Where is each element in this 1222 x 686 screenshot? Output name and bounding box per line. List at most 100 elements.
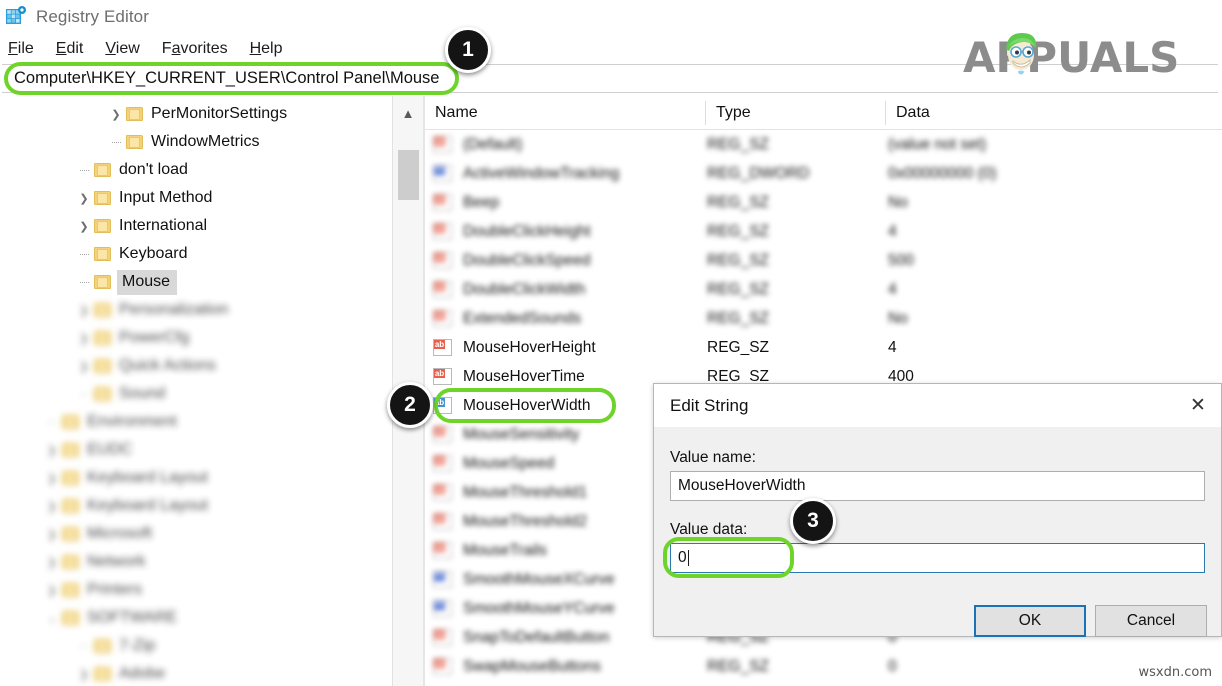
chevron-right-icon[interactable]: ❯ [44, 470, 60, 486]
tree-item[interactable]: ❯ Input Method [0, 184, 392, 212]
tree-item-label: Input Method [119, 189, 213, 206]
string-value-icon [433, 513, 452, 530]
value-data-cell: 4 [888, 338, 897, 356]
tree-item[interactable]: ❯ Microsoft [0, 520, 392, 548]
column-header-data[interactable]: Data [886, 96, 1222, 129]
menu-help[interactable]: Help [250, 40, 283, 58]
tree-item-label: Mouse [117, 269, 178, 295]
menu-file[interactable]: File [8, 40, 34, 58]
chevron-right-icon[interactable]: ❯ [76, 666, 92, 682]
chevron-right-icon[interactable]: ❯ [76, 218, 92, 234]
string-value-icon [433, 542, 452, 559]
dialog-body: Value name: MouseHoverWidth Value data: … [654, 427, 1221, 637]
value-name-cell: MouseSensitivity [463, 425, 580, 443]
string-value-icon [433, 136, 452, 153]
scroll-up-icon[interactable]: ▲ [393, 96, 423, 130]
value-row[interactable]: SwapMouseButtons REG_SZ 0 [425, 652, 1222, 681]
chevron-right-icon[interactable]: ❯ [108, 106, 124, 122]
tree-item[interactable]: don't load [0, 156, 392, 184]
menu-edit[interactable]: Edit [56, 40, 84, 58]
tree-item[interactable]: ❯ EUDC [0, 436, 392, 464]
chevron-right-icon[interactable]: ❯ [76, 330, 92, 346]
value-type-cell: REG_SZ [707, 193, 770, 211]
value-row[interactable]: DoubleClickSpeed REG_SZ 500 [425, 246, 1222, 275]
tree-item[interactable]: 7-Zip [0, 632, 392, 660]
chevron-right-icon[interactable]: ❯ [44, 554, 60, 570]
value-type-cell: REG_SZ [707, 251, 770, 269]
value-data-cell: No [888, 193, 908, 211]
string-value-icon [433, 368, 452, 385]
chevron-right-icon[interactable]: ❯ [44, 442, 60, 458]
folder-icon [94, 247, 111, 261]
dword-value-icon [433, 600, 452, 617]
tree-item[interactable]: ❯ Printers [0, 576, 392, 604]
tree-item[interactable]: Environment [0, 408, 392, 436]
tree-item[interactable]: ❯ Quick Actions [0, 352, 392, 380]
value-name-cell: DoubleClickSpeed [463, 251, 591, 269]
tree-item[interactable]: ❯ Network [0, 548, 392, 576]
value-row[interactable]: MouseHoverHeight REG_SZ 4 [425, 333, 1222, 362]
list-header: Name Type Data [425, 96, 1222, 130]
chevron-down-icon[interactable]: ⌄ [44, 610, 60, 626]
string-value-icon [433, 426, 452, 443]
value-row[interactable]: ActiveWindowTracking REG_DWORD 0x00000000 … [425, 159, 1222, 188]
value-data-cell: (value not set) [888, 135, 987, 153]
tree-item[interactable]: ❯ Adobe [0, 660, 392, 686]
folder-icon [62, 527, 79, 541]
string-value-icon [433, 629, 452, 646]
tree-item[interactable]: ❯ Personalization [0, 296, 392, 324]
tree-connector [76, 246, 92, 262]
string-value-icon [433, 339, 452, 356]
tree-item[interactable]: ❯ Keyboard Layout [0, 492, 392, 520]
value-row[interactable]: Beep REG_SZ No [425, 188, 1222, 217]
tree-item[interactable]: ⌄ SOFTWARE [0, 604, 392, 632]
dword-value-icon [433, 571, 452, 588]
value-row[interactable]: (Default) REG_SZ (value not set) [425, 130, 1222, 159]
tree-item[interactable]: Keyboard [0, 240, 392, 268]
tree-item-label: Printers [87, 581, 143, 598]
chevron-right-icon[interactable]: ❯ [44, 526, 60, 542]
menu-view[interactable]: View [105, 40, 139, 58]
folder-icon [94, 191, 111, 205]
column-header-name[interactable]: Name [425, 96, 705, 129]
registry-tree-pane[interactable]: ❯ PerMonitorSettings WindowMetrics don't lo… [0, 96, 392, 686]
chevron-right-icon[interactable]: ❯ [44, 498, 60, 514]
string-value-icon [433, 194, 452, 211]
cancel-button[interactable]: Cancel [1095, 605, 1207, 637]
tree-item[interactable]: Sound [0, 380, 392, 408]
value-type-cell: REG_SZ [707, 657, 770, 675]
value-name-input[interactable]: MouseHoverWidth [670, 471, 1205, 501]
step-badge-3: 3 [790, 498, 836, 544]
tree-item[interactable]: ❯ Keyboard Layout [0, 464, 392, 492]
tree-item[interactable]: ❯ PowerCfg [0, 324, 392, 352]
folder-icon [94, 331, 111, 345]
tree-item[interactable]: Mouse [0, 268, 392, 296]
dialog-title: Edit String [670, 395, 749, 415]
chevron-right-icon[interactable]: ❯ [76, 190, 92, 206]
appuals-logo-text: APPUALS [963, 33, 1180, 82]
scrollbar-thumb[interactable] [398, 150, 419, 200]
string-value-icon [433, 252, 452, 269]
menu-favorites[interactable]: Favorites [162, 40, 228, 58]
value-row[interactable]: ExtendedSounds REG_SZ No [425, 304, 1222, 333]
tree-connector [44, 414, 60, 430]
tree-item-label: EUDC [87, 441, 133, 458]
value-name-cell: MouseThreshold1 [463, 483, 588, 501]
chevron-right-icon[interactable]: ❯ [76, 358, 92, 374]
value-data-input[interactable]: 0 [670, 543, 1205, 573]
tree-item[interactable]: ❯ International [0, 212, 392, 240]
ok-button[interactable]: OK [974, 605, 1086, 637]
chevron-right-icon[interactable]: ❯ [76, 302, 92, 318]
close-icon[interactable]: ✕ [1175, 384, 1221, 427]
string-value-icon [433, 310, 452, 327]
column-header-type[interactable]: Type [706, 96, 886, 129]
value-name-cell: ExtendedSounds [463, 309, 582, 327]
value-type-cell: REG_SZ [707, 309, 770, 327]
tree-item[interactable]: ❯ PerMonitorSettings [0, 100, 392, 128]
tree-item-label: Network [87, 553, 146, 570]
tree-item-label: PowerCfg [119, 329, 190, 346]
tree-item[interactable]: WindowMetrics [0, 128, 392, 156]
value-row[interactable]: DoubleClickWidth REG_SZ 4 [425, 275, 1222, 304]
value-row[interactable]: DoubleClickHeight REG_SZ 4 [425, 217, 1222, 246]
chevron-right-icon[interactable]: ❯ [44, 582, 60, 598]
